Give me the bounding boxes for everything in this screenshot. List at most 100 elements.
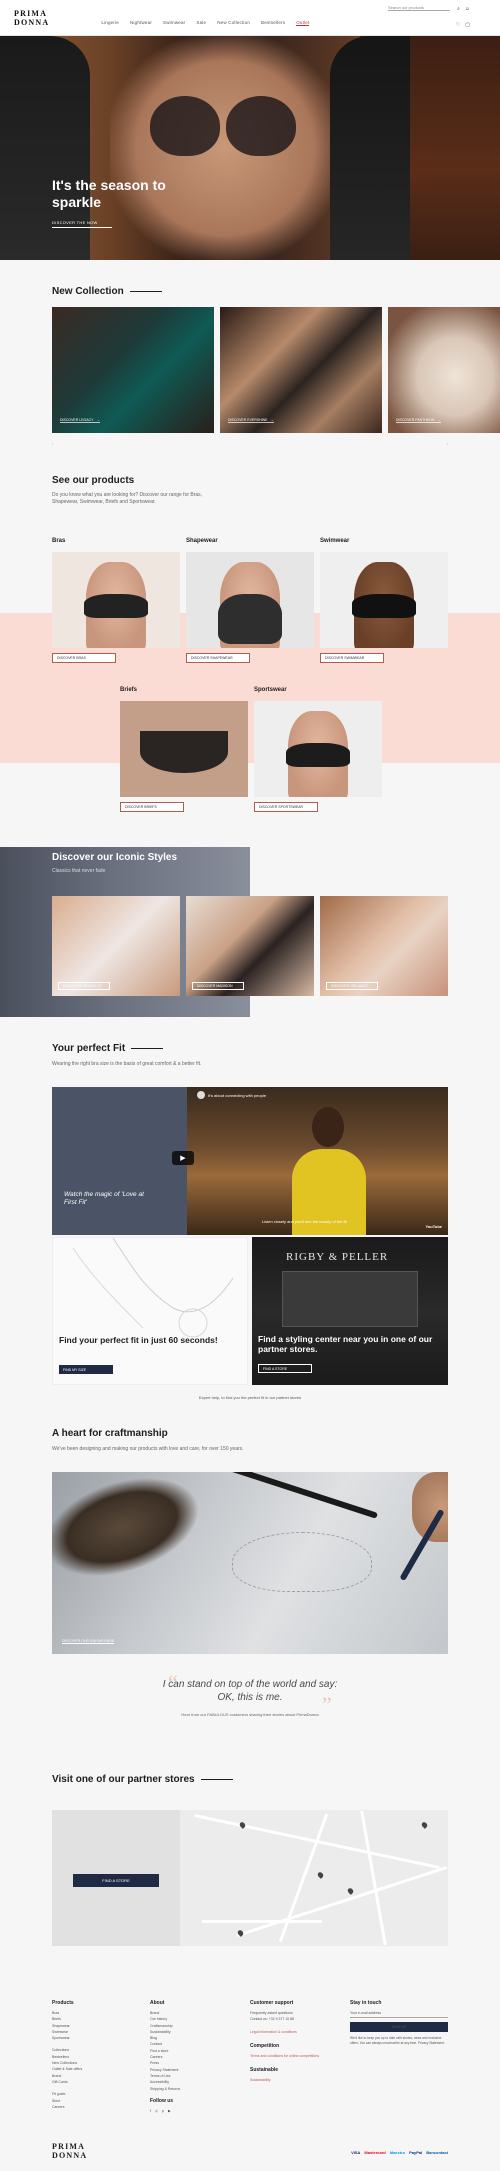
collection-card-link[interactable]: DISCOVER PANTHEON → <box>396 418 441 423</box>
collection-card[interactable]: DISCOVER LEGACY → <box>52 307 214 433</box>
testimonial-quote: I can stand on top of the world and say:… <box>162 1679 338 1703</box>
quote-open-icon: “ <box>168 1670 178 1695</box>
testimonial-byline: Hear from our FABULOUS customers sharing… <box>181 1712 319 1717</box>
collection-card[interactable]: DISCOVER EVERSHINE → <box>220 307 382 433</box>
craft-image[interactable]: DISCOVER OUR SAVOIR-FAIRE <box>52 1472 448 1654</box>
nav-outlet[interactable]: Outlet <box>296 20 310 26</box>
store-map[interactable]: FIND A STORE <box>52 1810 448 1946</box>
collection-card-link[interactable]: DISCOVER LEGACY → <box>60 418 100 423</box>
video-person <box>292 1107 366 1235</box>
footer-link[interactable]: Terms and conditions for online competit… <box>250 2053 340 2059</box>
payment-methods: VISA Mastercard Maestro PayPal Bancontac… <box>351 2150 448 2155</box>
footer-col-support: Customer support Frequently asked questi… <box>250 2000 340 2083</box>
craft-image-part <box>52 1472 212 1595</box>
play-icon[interactable]: ▶ <box>172 1151 194 1165</box>
brand-logo[interactable]: PRIMA DONNA <box>14 9 49 27</box>
find-a-store-button[interactable]: FIND A STORE <box>258 1364 312 1373</box>
fit-caption: Expert help, to find you the perfect fit… <box>198 1395 302 1400</box>
iconic-card-link[interactable]: DISCOVER ORLANDO <box>326 982 378 990</box>
iconic-card[interactable]: DISCOVER DEAUVILLE <box>52 896 180 996</box>
section-subtitle: We've been designing and making our prod… <box>52 1446 244 1452</box>
newsletter-email-input[interactable]: Your e-mail address <box>350 2010 448 2018</box>
heart-icon[interactable]: ♡ <box>456 22 460 28</box>
carousel-next-button[interactable]: › <box>447 441 448 446</box>
category-image-shapewear[interactable] <box>186 552 314 648</box>
pinterest-icon[interactable]: p <box>162 2108 164 2114</box>
section-title-fit: Your perfect Fit <box>52 1043 163 1054</box>
bag-icon[interactable]: ▢ <box>465 22 470 28</box>
category-label: Swimwear <box>320 538 350 544</box>
search-bar: Search our products <box>388 5 450 11</box>
nav-new-collection[interactable]: New Collection <box>217 20 250 26</box>
iconic-card[interactable]: DISCOVER ORLANDO <box>320 896 448 996</box>
footer-logo[interactable]: PRIMA DONNA <box>52 2142 87 2160</box>
map-road <box>202 1920 322 1923</box>
footer-link[interactable]: Careers <box>52 2104 82 2110</box>
arrow-right-icon: → <box>96 418 100 422</box>
fit-finder-card[interactable]: Find your perfect fit in just 60 seconds… <box>52 1237 248 1385</box>
nav-swimwear[interactable]: Swimwear <box>163 20 185 26</box>
category-image-sportswear[interactable] <box>254 701 382 797</box>
video-title: It's about connecting with people <box>197 1091 397 1099</box>
find-my-size-button[interactable]: FIND MY SIZE <box>59 1365 113 1374</box>
discover-bras-button[interactable]: DISCOVER BRAS <box>52 653 116 663</box>
store-finder-card[interactable]: RIGBY & PELLER Find a styling center nea… <box>252 1237 448 1385</box>
nav-lingerie[interactable]: Lingerie <box>101 20 119 26</box>
newsletter-signup-button[interactable]: SIGN UP <box>350 2022 448 2032</box>
collection-card[interactable]: DISCOVER PANTHEON → <box>388 307 500 433</box>
section-subtitle: Do you know what you are looking for? Di… <box>52 492 203 505</box>
discover-briefs-button[interactable]: DISCOVER BRIEFS <box>120 802 184 812</box>
discover-shapewear-button[interactable]: DISCOVER SHAPEWEAR <box>186 653 250 663</box>
youtube-logo[interactable]: YouTube <box>425 1224 442 1229</box>
header-icons: ♡ ▢ <box>456 22 470 28</box>
facebook-icon[interactable]: f <box>150 2108 151 2114</box>
hero-image-part <box>150 86 300 166</box>
search-input[interactable]: Search our products <box>388 5 450 11</box>
iconic-card-link[interactable]: DISCOVER MADISON <box>192 982 244 990</box>
sketch-illustration <box>72 1238 234 1338</box>
footer-link[interactable]: Legal information & conditions <box>250 2029 340 2035</box>
footer-link[interactable]: Outlet & Sale offers <box>52 2066 82 2072</box>
search-icon[interactable]: ⌕ <box>457 6 460 12</box>
map-pin-icon[interactable] <box>420 1821 429 1829</box>
category-image-swimwear[interactable] <box>320 552 448 648</box>
hero-title: It's the season to sparkle <box>52 177 166 210</box>
visa-icon: VISA <box>351 2150 361 2155</box>
craft-link[interactable]: DISCOVER OUR SAVOIR-FAIRE <box>62 1639 115 1644</box>
carousel-prev-button[interactable]: ‹ <box>52 441 53 446</box>
store-sign: RIGBY & PELLER <box>286 1251 389 1263</box>
section-title-craft: A heart for craftmanship <box>52 1428 168 1439</box>
category-label: Briefs <box>120 687 138 693</box>
discover-sportswear-button[interactable]: DISCOVER SPORTSWEAR <box>254 802 318 812</box>
video-player[interactable]: It's about connecting with people ▶ Watc… <box>52 1087 448 1235</box>
youtube-icon[interactable]: ▶ <box>168 2108 171 2114</box>
map-pin-icon[interactable] <box>316 1871 325 1879</box>
section-title-iconic: Discover our Iconic Styles <box>52 852 178 863</box>
footer-link[interactable]: Shipping & Returns <box>150 2086 180 2092</box>
site-header: PRIMA DONNA Lingerie Nightwear Swimwear … <box>0 0 500 36</box>
category-image-bras[interactable] <box>52 552 180 648</box>
nav-bestsellers[interactable]: Bestsellers <box>261 20 285 26</box>
carousel-controls: ‹ › <box>52 441 448 446</box>
map-pin-icon[interactable] <box>346 1887 355 1895</box>
arrow-right-icon: → <box>437 418 441 422</box>
nav-sale[interactable]: Sale <box>196 20 206 26</box>
user-icon[interactable]: ☺ <box>465 6 470 12</box>
category-label: Bras <box>52 538 66 544</box>
category-image-briefs[interactable] <box>120 701 248 797</box>
instagram-icon[interactable]: ◎ <box>155 2108 158 2114</box>
maestro-icon: Maestro <box>389 2150 406 2155</box>
section-title-products: See our products <box>52 475 135 486</box>
section-title-stores: Visit one of our partner stores <box>52 1774 233 1785</box>
footer-link[interactable]: Sustainability <box>250 2077 340 2083</box>
iconic-card-link[interactable]: DISCOVER DEAUVILLE <box>58 982 110 990</box>
nav-nightwear[interactable]: Nightwear <box>130 20 152 26</box>
hero-banner[interactable]: It's the season to sparkle DISCOVER THE … <box>0 36 500 260</box>
discover-swimwear-button[interactable]: DISCOVER SWIMWEAR <box>320 653 384 663</box>
video-subtitle: Listen closely and you'll see the beauty… <box>262 1219 347 1224</box>
map-find-store-button[interactable]: FIND A STORE <box>73 1874 159 1887</box>
iconic-card[interactable]: DISCOVER MADISON <box>186 896 314 996</box>
hero-cta-button[interactable]: DISCOVER THE NOW <box>52 220 112 228</box>
mastercard-icon: Mastercard <box>364 2150 386 2155</box>
collection-card-link[interactable]: DISCOVER EVERSHINE → <box>228 418 274 423</box>
